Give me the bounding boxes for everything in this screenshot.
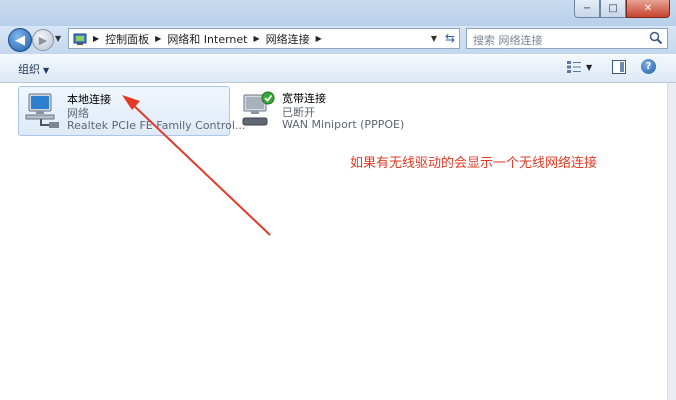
breadcrumb: ▶ 控制面板 ▶ 网络和 Internet ▶ 网络连接 ▶ — [93, 31, 328, 47]
chevron-right-icon[interactable]: ▶ — [155, 34, 161, 43]
change-view-icon[interactable] — [566, 60, 582, 74]
navigation-row: ◀ ▶ ▼ ▶ 控制面板 ▶ 网络和 Internet ▶ 网络连接 ▶ ▼ ⇆… — [0, 26, 676, 54]
help-icon[interactable]: ? — [641, 59, 656, 74]
organize-menu-button[interactable]: 组织 ▼ — [18, 61, 49, 77]
address-bar[interactable]: ▶ 控制面板 ▶ 网络和 Internet ▶ 网络连接 ▶ ▼ ⇆ — [68, 28, 460, 49]
minimize-button[interactable]: − — [574, 0, 600, 18]
forward-button[interactable]: ▶ — [32, 29, 54, 51]
close-button[interactable]: ✕ — [626, 0, 670, 18]
address-dropdown-icon[interactable]: ▼ — [431, 34, 437, 43]
vertical-scrollbar[interactable] — [667, 83, 676, 400]
refresh-icon[interactable]: ⇆ — [445, 31, 455, 45]
chevron-right-icon[interactable]: ▶ — [93, 34, 99, 43]
connection-device: WAN Miniport (PPPOE) — [282, 118, 405, 131]
back-button[interactable]: ◀ — [8, 28, 32, 52]
control-panel-icon — [73, 33, 87, 45]
chevron-right-icon[interactable]: ▶ — [316, 34, 322, 43]
connection-item-broadband[interactable]: 宽带连接 已断开 WAN Miniport (PPPOE) — [234, 86, 434, 136]
search-icon[interactable] — [649, 31, 663, 45]
preview-pane-icon[interactable] — [612, 60, 626, 74]
title-bar: − □ ✕ — [0, 0, 676, 26]
search-placeholder: 搜索 网络连接 — [473, 34, 543, 47]
caption-buttons: − □ ✕ — [574, 0, 670, 18]
breadcrumb-control-panel[interactable]: 控制面板 — [105, 31, 149, 47]
connections-list: 本地连接 网络 Realtek PCIe FE Family Control..… — [0, 83, 667, 400]
connection-item-local[interactable]: 本地连接 网络 Realtek PCIe FE Family Control..… — [18, 86, 245, 136]
chevron-down-icon: ▼ — [43, 66, 50, 75]
chevron-right-icon[interactable]: ▶ — [254, 34, 260, 43]
network-adapter-icon — [25, 93, 59, 128]
breadcrumb-network-internet[interactable]: 网络和 Internet — [167, 31, 247, 47]
breadcrumb-network-connections[interactable]: 网络连接 — [266, 31, 310, 47]
search-box[interactable]: 搜索 网络连接 — [466, 28, 668, 49]
network-connections-window: − □ ✕ ◀ ▶ ▼ ▶ 控制面板 ▶ 网络和 Internet ▶ 网络连接… — [0, 0, 676, 400]
connection-device: Realtek PCIe FE Family Control... — [67, 119, 246, 132]
maximize-button[interactable]: □ — [600, 0, 626, 18]
view-options-dropdown-icon[interactable]: ▼ — [586, 63, 592, 72]
annotation-text: 如果有无线驱动的会显示一个无线网络连接 — [350, 156, 598, 171]
broadband-modem-icon — [242, 91, 275, 126]
recent-pages-dropdown[interactable]: ▼ — [55, 34, 61, 43]
command-bar: 组织 ▼ ▼ ? — [0, 54, 676, 83]
organize-label: 组织 — [18, 63, 40, 76]
